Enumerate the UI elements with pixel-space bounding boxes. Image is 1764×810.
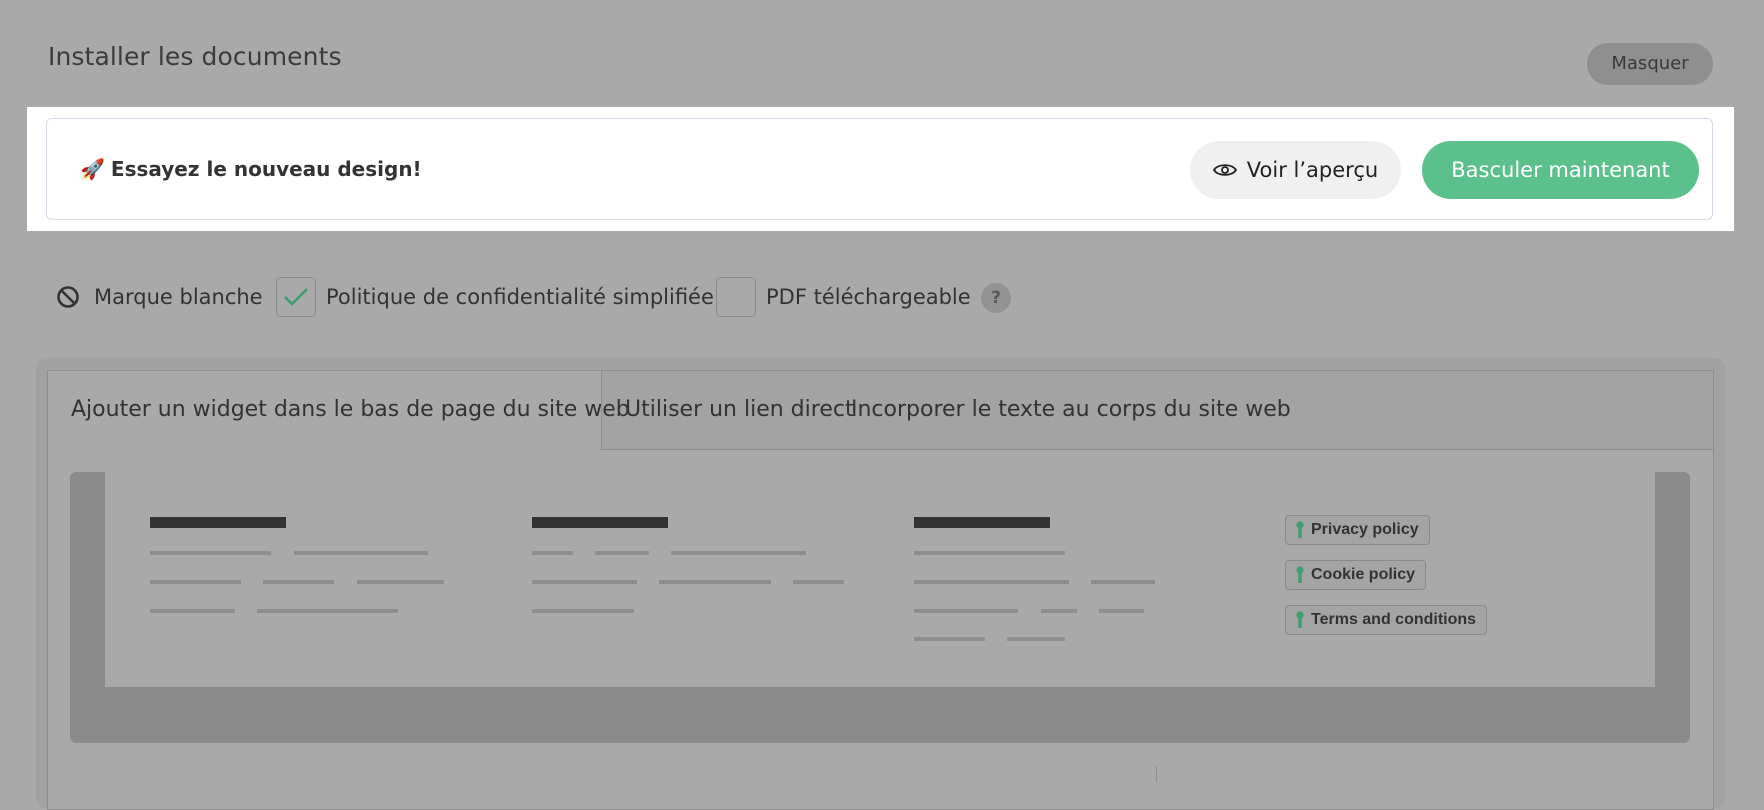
text-placeholder: [532, 580, 637, 584]
key-icon: [1296, 566, 1304, 584]
integration-panel: Ajouter un widget dans le bas de page du…: [36, 358, 1725, 810]
switch-now-button[interactable]: Basculer maintenant: [1422, 141, 1699, 199]
no-entry-icon: [56, 285, 80, 309]
privacy-policy-label: Privacy policy: [1311, 521, 1419, 538]
options-row: Marque blanche Politique de confidential…: [56, 276, 1036, 318]
banner-message: 🚀 Essayez le nouveau design!: [80, 157, 422, 181]
tab-bar: Ajouter un widget dans le bas de page du…: [48, 371, 1713, 450]
preview-button-label: Voir l’aperçu: [1246, 158, 1379, 182]
column-heading-placeholder: [532, 517, 668, 528]
pdf-download-text: PDF téléchargeable: [766, 285, 971, 309]
text-placeholder: [1099, 609, 1144, 613]
text-placeholder: [294, 551, 428, 555]
white-label-option[interactable]: Marque blanche: [56, 276, 263, 318]
column-heading-placeholder: [914, 517, 1050, 528]
text-placeholder: [914, 609, 1018, 613]
privacy-policy-link[interactable]: Privacy policy: [1285, 515, 1430, 545]
mock-footer: Privacy policy Cookie policy Terms and c…: [105, 472, 1655, 687]
text-placeholder: [914, 580, 1069, 584]
terms-conditions-label: Terms and conditions: [1311, 611, 1477, 628]
text-placeholder: [532, 609, 634, 613]
new-design-spotlight: 🚀 Essayez le nouveau design! Voir l’aperç…: [27, 107, 1734, 231]
text-placeholder: [532, 551, 573, 555]
pdf-download-option[interactable]: PDF téléchargeable: [716, 276, 971, 318]
column-heading-placeholder: [150, 517, 286, 528]
cookie-policy-label: Cookie policy: [1311, 566, 1416, 583]
banner-text: Essayez le nouveau design!: [110, 157, 422, 181]
key-icon: [1296, 521, 1304, 539]
key-icon: [1296, 611, 1304, 629]
text-placeholder: [793, 580, 844, 584]
help-icon[interactable]: ?: [981, 283, 1011, 313]
text-placeholder: [257, 609, 398, 613]
text-placeholder: [914, 637, 985, 641]
simplified-policy-checkbox[interactable]: [276, 277, 316, 317]
text-placeholder: [150, 609, 235, 613]
text-placeholder: [671, 551, 806, 555]
terms-conditions-link[interactable]: Terms and conditions: [1285, 605, 1488, 635]
check-icon: [283, 287, 309, 307]
integration-panel-inner: Ajouter un widget dans le bas de page du…: [47, 370, 1714, 810]
tab-embed-text[interactable]: Incorporer le texte au corps du site web: [828, 371, 1314, 449]
hide-button[interactable]: Masquer: [1587, 43, 1713, 85]
footer-preview-frame: Privacy policy Cookie policy Terms and c…: [70, 472, 1690, 743]
text-placeholder: [659, 580, 771, 584]
page-title: Installer les documents: [48, 42, 342, 71]
white-label-text: Marque blanche: [94, 285, 263, 309]
tab-footer-widget[interactable]: Ajouter un widget dans le bas de page du…: [48, 371, 630, 450]
preview-button[interactable]: Voir l’aperçu: [1190, 141, 1401, 199]
text-placeholder: [263, 580, 334, 584]
text-placeholder: [150, 551, 271, 555]
text-placeholder: [595, 551, 649, 555]
rocket-icon: 🚀: [80, 157, 105, 181]
cookie-policy-link[interactable]: Cookie policy: [1285, 560, 1427, 590]
simplified-policy-text: Politique de confidentialité simplifiée: [326, 285, 714, 309]
text-placeholder: [914, 551, 1065, 555]
text-placeholder: [1041, 609, 1077, 613]
new-design-banner: 🚀 Essayez le nouveau design! Voir l’aperç…: [46, 118, 1713, 220]
pdf-download-checkbox[interactable]: [716, 277, 756, 317]
simplified-policy-option[interactable]: Politique de confidentialité simplifiée: [276, 276, 714, 318]
divider: [1156, 766, 1157, 782]
eye-icon: [1212, 162, 1237, 178]
text-placeholder: [150, 580, 241, 584]
text-placeholder: [1091, 580, 1155, 584]
text-placeholder: [357, 580, 444, 584]
text-placeholder: [1007, 637, 1065, 641]
